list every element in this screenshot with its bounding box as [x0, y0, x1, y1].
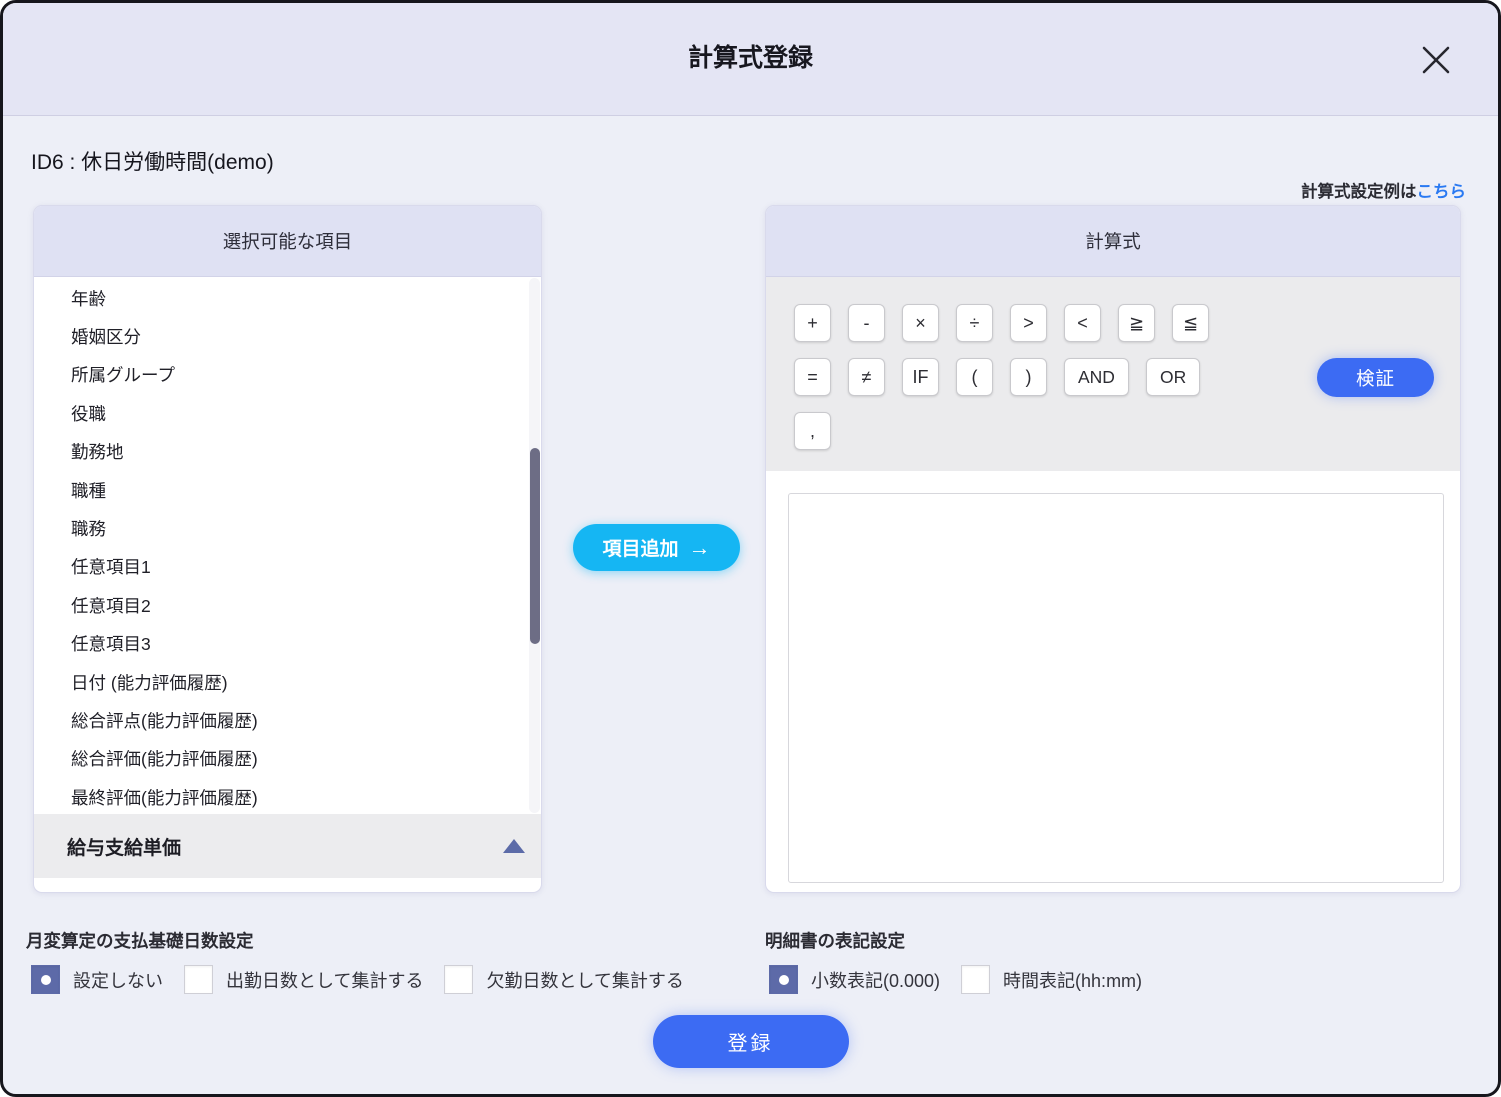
operator-button[interactable]: AND: [1064, 358, 1129, 396]
scrollbar[interactable]: [529, 278, 540, 813]
example-link-prefix: 計算式設定例は: [1301, 183, 1417, 201]
radio-option[interactable]: 出勤日数として集計する: [184, 965, 423, 994]
list-item[interactable]: 総合評点(能力評価履歴): [71, 701, 541, 739]
formula-input[interactable]: [788, 493, 1444, 883]
modal-subtitle: ID6 : 休日労働時間(demo): [31, 151, 274, 174]
operator-button[interactable]: >: [1010, 304, 1047, 342]
scrollbar-thumb[interactable]: [530, 448, 540, 644]
radio-option[interactable]: 時間表記(hh:mm): [961, 965, 1142, 994]
list-item[interactable]: 日付 (能力評価履歴): [71, 663, 541, 701]
formula-registration-modal: 計算式登録 ID6 : 休日労働時間(demo) 計算式設定例はこちら 選択可能…: [0, 0, 1501, 1097]
operator-button[interactable]: =: [794, 358, 831, 396]
modal-header: 計算式登録: [3, 3, 1498, 116]
operator-button[interactable]: ≦: [1172, 304, 1209, 342]
register-button[interactable]: 登録: [652, 1015, 849, 1068]
list-item[interactable]: 職務: [71, 509, 541, 547]
radio-option[interactable]: 設定しない: [31, 965, 163, 994]
radio-label: 小数表記(0.000): [811, 970, 941, 991]
radio-button[interactable]: [444, 965, 474, 994]
statement-format-label: 明細書の表記設定: [765, 931, 905, 951]
selectable-items-header: 選択可能な項目: [34, 206, 541, 277]
radio-option[interactable]: 欠勤日数として集計する: [444, 965, 684, 994]
radio-label: 設定しない: [73, 970, 163, 991]
operator-button[interactable]: ≧: [1118, 304, 1155, 342]
list-item[interactable]: 所属グループ: [71, 356, 541, 394]
add-items-button[interactable]: 項目追加 →: [573, 524, 740, 571]
payment-days-radio-group: 設定しない 出勤日数として集計する 欠勤日数として集計する: [31, 965, 684, 994]
operator-button[interactable]: IF: [902, 358, 939, 396]
list-item[interactable]: 年齢: [71, 279, 541, 317]
operator-row-1: + - × ÷ > < ≧ ≦: [794, 304, 1460, 342]
list-item[interactable]: 役職: [71, 394, 541, 432]
operator-button[interactable]: +: [794, 304, 831, 342]
statement-format-radio-group: 小数表記(0.000) 時間表記(hh:mm): [769, 965, 1142, 994]
list-item[interactable]: 任意項目3: [71, 625, 541, 663]
modal-title: 計算式登録: [687, 44, 813, 72]
radio-option[interactable]: 小数表記(0.000): [769, 965, 940, 994]
radio-label: 出勤日数として集計する: [226, 970, 424, 991]
operator-button[interactable]: ): [1010, 358, 1047, 396]
example-link[interactable]: こちら: [1417, 183, 1467, 201]
payment-days-label: 月変算定の支払基礎日数設定: [26, 931, 254, 951]
add-items-label: 項目追加: [602, 539, 679, 560]
list-item[interactable]: 総合評価(能力評価履歴): [71, 740, 541, 778]
operator-button[interactable]: (: [956, 358, 993, 396]
verify-button[interactable]: 検証: [1317, 358, 1434, 397]
selectable-items-panel: 選択可能な項目 年齢 婚姻区分 所属グループ 役職 勤務地 職種 職務 任意項目1 任意項目2 任…: [33, 205, 542, 893]
operator-button[interactable]: ×: [902, 304, 939, 342]
chevron-up-icon: [503, 839, 525, 853]
close-icon: [1416, 40, 1456, 83]
collapsed-section-row[interactable]: 給与支給単価: [34, 814, 541, 878]
operator-button[interactable]: ≠: [848, 358, 885, 396]
close-button[interactable]: [1414, 39, 1458, 83]
radio-button[interactable]: [31, 965, 60, 994]
operator-row-3: ,: [794, 412, 1460, 450]
formula-panel-header: 計算式: [766, 206, 1460, 277]
list-item[interactable]: 最終評価(能力評価履歴): [71, 778, 541, 816]
operator-button[interactable]: ,: [794, 412, 831, 450]
list-item[interactable]: 職種: [71, 471, 541, 509]
arrow-right-icon: →: [688, 534, 711, 560]
selectable-items-list: 年齢 婚姻区分 所属グループ 役職 勤務地 職種 職務 任意項目1 任意項目2 任意項目3 日付 (…: [34, 277, 541, 816]
list-item[interactable]: 勤務地: [71, 433, 541, 471]
radio-button[interactable]: [769, 965, 798, 994]
operator-button[interactable]: ÷: [956, 304, 993, 342]
list-item[interactable]: 任意項目1: [71, 548, 541, 586]
radio-label: 時間表記(hh:mm): [1003, 970, 1143, 991]
list-item[interactable]: 婚姻区分: [71, 317, 541, 355]
example-link-row: 計算式設定例はこちら: [1301, 178, 1466, 202]
collapsed-section-label: 給与支給単価: [67, 837, 182, 859]
radio-button[interactable]: [184, 965, 213, 994]
radio-label: 欠勤日数として集計する: [486, 970, 684, 991]
list-item[interactable]: 任意項目2: [71, 586, 541, 624]
operator-button[interactable]: OR: [1145, 358, 1201, 396]
operator-button[interactable]: <: [1064, 304, 1101, 342]
formula-panel: 計算式 + - × ÷ > < ≧ ≦ = ≠ IF () AND OR , 検証: [765, 205, 1461, 893]
operator-button[interactable]: -: [848, 304, 885, 342]
radio-button[interactable]: [961, 965, 991, 994]
